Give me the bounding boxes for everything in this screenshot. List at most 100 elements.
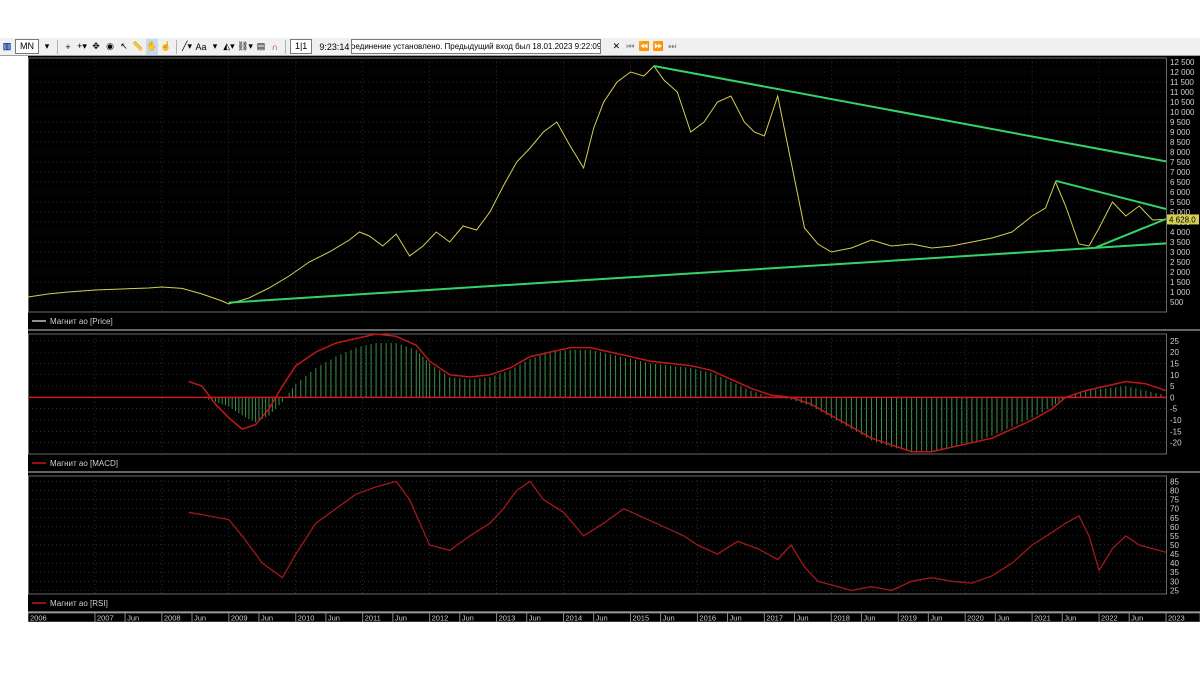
y-tick-label-right: 9 000 (1170, 128, 1191, 137)
chart-type-icon[interactable]: ▥ (1, 39, 13, 55)
cursor-icon[interactable]: ↖ (118, 39, 130, 55)
y-tick-label-right: 1 500 (1170, 278, 1191, 287)
y-tick-label-right: 15 (1170, 359, 1179, 368)
time-tick-label: 2017 (766, 614, 783, 623)
time-tick-label: Jun (796, 614, 808, 623)
time-tick-label: 2021 (1034, 614, 1051, 623)
scale-box[interactable]: 1|1 (289, 39, 313, 54)
toolbar-divider (284, 39, 286, 54)
nav-prev-icon[interactable]: ⏪ (638, 39, 650, 55)
time-tick-label: Jun (127, 614, 139, 623)
time-tick-label: Jun (462, 614, 474, 623)
y-tick-label-right: 11 000 (1170, 88, 1194, 97)
y-tick-label-right: 30 (1170, 577, 1179, 586)
y-tick-label-right: 55 (1170, 532, 1179, 541)
time-axis: 2006 2007 Jun 2008 Jun 2009 Jun 2010 Jun 2011 Jun 2… (27, 612, 1200, 623)
time-tick-label: 2018 (833, 614, 850, 623)
target-icon[interactable]: ◉ (104, 39, 116, 55)
y-tick-label-right: 35 (1170, 568, 1179, 577)
y-tick-label-right: 65 (1170, 514, 1179, 523)
time-tick-label: 2006 (30, 614, 47, 623)
y-tick-label-right: -10 (1170, 416, 1182, 425)
link-icon[interactable]: ⛓▾ (237, 39, 253, 55)
y-tick-label-right: -20 (1170, 439, 1182, 448)
chart-toolbar: ▥ MN ▾ + +▾ ✥ ◉ ↖ 📏 ✋ ☝ ╱▾ Aa ▾ ◭▾ ⛓▾ ▤ … (0, 38, 1200, 56)
time-tick-label: 2016 (699, 614, 716, 623)
y-tick-label-right: 0 (1170, 393, 1175, 402)
y-tick-label-right: 3 000 (1170, 248, 1191, 257)
y-tick-label-right: 7 500 (1170, 158, 1191, 167)
y-tick-label-right: 10 000 (1170, 108, 1195, 117)
y-tick-label-right: 500 (1170, 298, 1184, 307)
legend-label: Магнит ао [RSI] (50, 599, 108, 608)
time-tick-label: Jun (1064, 614, 1076, 623)
time-tick-label: 2020 (967, 614, 984, 623)
time-tick-label: Jun (596, 614, 608, 623)
nav-next-icon[interactable]: ⏩ (652, 39, 664, 55)
chart-canvas[interactable]: 12 50012 50012 00012 00011 50011 50011 0… (2, 56, 1200, 623)
close-status-icon[interactable]: ✕ (610, 39, 622, 55)
y-tick-label-right: 12 500 (1170, 58, 1195, 67)
y-tick-label-right: 70 (1170, 505, 1179, 514)
time-tick-label: Jun (194, 614, 206, 623)
time-tick-label: Jun (1131, 614, 1143, 623)
time-tick-label: Jun (863, 614, 875, 623)
time-tick-label: 2019 (900, 614, 917, 623)
terminal-chart-window: ▥ MN ▾ + +▾ ✥ ◉ ↖ 📏 ✋ ☝ ╱▾ Aa ▾ ◭▾ ⛓▾ ▤ … (0, 38, 1200, 623)
time-tick-label: 2011 (365, 614, 381, 623)
fill-icon[interactable]: ◭▾ (223, 39, 235, 55)
time-tick-label: Jun (930, 614, 942, 623)
y-tick-label-right: 25 (1170, 586, 1179, 595)
time-tick-label: Jun (529, 614, 541, 623)
time-tick-label: Jun (395, 614, 407, 623)
nav-last-icon[interactable]: ⏭ (666, 39, 678, 55)
time-tick-label: Jun (663, 614, 675, 623)
layers-icon[interactable]: ▤ (255, 39, 267, 55)
y-tick-label-right: 20 (1170, 348, 1179, 357)
current-price-label: 4 628.0 (1169, 215, 1196, 224)
y-tick-label-right: 50 (1170, 541, 1179, 550)
y-tick-label-right: 8 500 (1170, 138, 1191, 147)
y-tick-label-right: 6 500 (1170, 178, 1191, 187)
hand-select-icon[interactable]: ☝ (160, 39, 172, 55)
legend-label: Магнит ао [Price] (50, 317, 113, 326)
time-tick-label: 2013 (499, 614, 516, 623)
add-indicator-icon[interactable]: +▾ (76, 39, 88, 55)
y-tick-label-right: 75 (1170, 496, 1179, 505)
y-tick-label-right: 5 (1170, 382, 1175, 391)
y-tick-label-right: 10 500 (1170, 98, 1195, 107)
time-tick-label: 2023 (1168, 614, 1185, 623)
y-tick-label-right: 8 000 (1170, 148, 1191, 157)
text-tool-dropdown-icon[interactable]: ▾ (209, 39, 221, 55)
nav-first-icon[interactable]: ⏮ (624, 39, 636, 55)
y-tick-label-right: 1 000 (1170, 288, 1191, 297)
toolbar-divider (57, 39, 58, 54)
y-tick-label-right: -5 (1170, 405, 1178, 414)
timeframe-select[interactable]: MN (15, 39, 39, 54)
time-tick-label: 2008 (164, 614, 181, 623)
y-tick-label-right: 6 000 (1170, 188, 1191, 197)
y-tick-label-right: 10 (1170, 371, 1179, 380)
chart-area[interactable]: 12 50012 50012 00012 00011 50011 50011 0… (2, 56, 1200, 623)
move-icon[interactable]: ✥ (90, 39, 102, 55)
magnet-icon[interactable]: ∩ (269, 39, 281, 55)
y-tick-label-right: 45 (1170, 550, 1179, 559)
y-tick-label-right: 4 000 (1170, 228, 1191, 237)
hand-pan-icon[interactable]: ✋ (146, 38, 158, 55)
time-tick-label: 2009 (231, 614, 248, 623)
time-tick-label: 2010 (298, 614, 315, 623)
y-tick-label-right: -15 (1170, 427, 1182, 436)
y-tick-label-right: 11 500 (1170, 78, 1194, 87)
time-tick-label: Jun (261, 614, 273, 623)
time-tick-label: 2007 (97, 614, 114, 623)
dropdown-arrow-icon[interactable]: ▾ (41, 39, 53, 55)
chart-background (28, 56, 1200, 622)
crosshair-icon[interactable]: + (62, 39, 74, 55)
y-tick-label-right: 3 500 (1170, 238, 1191, 247)
text-tool-icon[interactable]: Aa (195, 39, 207, 55)
y-tick-label-right: 60 (1170, 523, 1179, 532)
y-tick-label-right: 2 500 (1170, 258, 1191, 267)
draw-line-icon[interactable]: ╱▾ (181, 39, 193, 55)
ruler-icon[interactable]: 📏 (132, 39, 144, 55)
time-tick-label: 2012 (432, 614, 449, 623)
